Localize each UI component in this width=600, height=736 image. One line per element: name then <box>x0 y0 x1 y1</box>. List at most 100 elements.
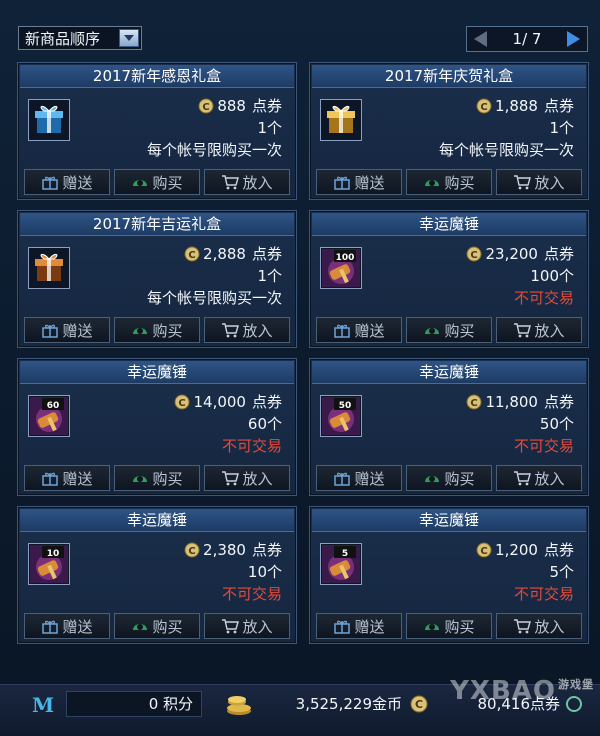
item-card[interactable]: 幸运魔锤 10 C 2,380 点券 10个 不可交易 赠送 购买 放入 <box>17 506 297 644</box>
sort-order-dropdown[interactable]: 新商品顺序 <box>18 26 142 50</box>
untradable-label: 不可交易 <box>513 585 574 603</box>
lucky-hammer-icon[interactable]: 5 <box>320 543 362 585</box>
untradable-label: 不可交易 <box>513 289 574 307</box>
coupon-coin-icon: C <box>466 246 482 262</box>
buy-icon <box>133 624 148 630</box>
buy-icon <box>425 624 440 630</box>
gift-button[interactable]: 赠送 <box>24 613 110 639</box>
cart-label: 放入 <box>242 173 273 192</box>
price-row: C 1,888 点券 <box>439 95 574 117</box>
add-to-cart-button[interactable]: 放入 <box>496 465 582 491</box>
price-unit: 点券 <box>251 393 282 411</box>
cart-label: 放入 <box>534 617 565 636</box>
buy-label: 购买 <box>152 321 183 340</box>
purchase-limit-label: 每个帐号限购买一次 <box>146 141 282 159</box>
gift-icon <box>42 620 59 634</box>
add-to-cart-button[interactable]: 放入 <box>496 613 582 639</box>
gift-icon <box>334 324 351 338</box>
gold-coins-icon <box>227 696 251 715</box>
buy-button[interactable]: 购买 <box>114 465 200 491</box>
gift-icon <box>42 324 59 338</box>
buy-icon <box>133 180 148 186</box>
svg-text:C: C <box>179 398 186 409</box>
sort-order-label: 新商品顺序 <box>25 29 101 48</box>
watermark-text: YXBAO <box>450 676 556 706</box>
lucky-hammer-icon[interactable]: 50 <box>320 395 362 437</box>
buy-label: 购买 <box>444 617 475 636</box>
item-card[interactable]: 幸运魔锤 50 C 11,800 点券 50个 不可交易 赠送 购买 放入 <box>309 358 589 496</box>
item-card[interactable]: 2017新年感恩礼盒 C 888 点券 1个 每个帐号限购买一次 赠送 购买 放入 <box>17 62 297 200</box>
gift-button[interactable]: 赠送 <box>24 317 110 343</box>
item-title: 幸运魔锤 <box>312 213 586 236</box>
item-card[interactable]: 幸运魔锤 5 C 1,200 点券 5个 不可交易 赠送 购买 放入 <box>309 506 589 644</box>
item-quantity: 50个 <box>539 415 574 433</box>
item-card[interactable]: 幸运魔锤 60 C 14,000 点券 60个 不可交易 赠送 购买 放入 <box>17 358 297 496</box>
add-to-cart-button[interactable]: 放入 <box>204 465 290 491</box>
prev-page-icon[interactable] <box>471 29 491 49</box>
item-card[interactable]: 2017新年吉运礼盒 C 2,888 点券 1个 每个帐号限购买一次赠送 购买 放入 <box>17 210 297 348</box>
cart-icon <box>222 471 240 486</box>
item-title: 幸运魔锤 <box>20 361 294 384</box>
item-price: 1,200 <box>495 541 538 559</box>
item-price: 2,380 <box>203 541 246 559</box>
buy-button[interactable]: 购买 <box>406 465 492 491</box>
item-quantity: 1个 <box>549 119 574 137</box>
item-card[interactable]: 2017新年庆贺礼盒 C 1,888 点券 1个 每个帐号限购买一次 赠送 购买 放入 <box>309 62 589 200</box>
buy-label: 购买 <box>152 173 183 192</box>
add-to-cart-button[interactable]: 放入 <box>204 613 290 639</box>
gift-label: 赠送 <box>62 469 93 488</box>
buy-button[interactable]: 购买 <box>406 317 492 343</box>
gift-button[interactable]: 赠送 <box>316 613 402 639</box>
item-actions: 赠送 购买 放入 <box>24 613 290 639</box>
blue-gift-box-icon[interactable] <box>28 99 70 141</box>
add-to-cart-button[interactable]: 放入 <box>496 317 582 343</box>
buy-button[interactable]: 购买 <box>114 169 200 195</box>
gift-button[interactable]: 赠送 <box>24 465 110 491</box>
buy-button[interactable]: 购买 <box>114 317 200 343</box>
price-row: C 23,200 点券 <box>466 243 574 265</box>
price-unit: 点券 <box>251 245 282 263</box>
untradable-label: 不可交易 <box>513 437 574 455</box>
gift-button[interactable]: 赠送 <box>316 465 402 491</box>
coupon-coin-icon: C <box>198 98 214 114</box>
add-to-cart-button[interactable]: 放入 <box>204 169 290 195</box>
price-row: C 888 点券 <box>147 95 282 117</box>
gold-gift-box-icon[interactable] <box>320 99 362 141</box>
gift-button[interactable]: 赠送 <box>24 169 110 195</box>
chevron-down-icon[interactable] <box>119 29 139 47</box>
buy-button[interactable]: 购买 <box>406 613 492 639</box>
cart-icon <box>514 471 532 486</box>
next-page-icon[interactable] <box>563 29 583 49</box>
add-to-cart-button[interactable]: 放入 <box>496 169 582 195</box>
price-row: C 2,380 点券 <box>184 539 282 561</box>
item-price: 888 <box>217 97 246 115</box>
gift-button[interactable]: 赠送 <box>316 317 402 343</box>
item-actions: 赠送 购买 放入 <box>316 465 582 491</box>
item-quantity: 10个 <box>247 563 282 581</box>
lucky-hammer-icon[interactable]: 100 <box>320 247 362 289</box>
buy-label: 购买 <box>152 469 183 488</box>
watermark-sub: 游戏堡 <box>558 678 594 691</box>
svg-text:50: 50 <box>339 401 352 411</box>
gift-button[interactable]: 赠送 <box>316 169 402 195</box>
pagination: 1/ 7 <box>466 26 588 52</box>
gift-label: 赠送 <box>354 173 385 192</box>
cart-icon <box>222 175 240 190</box>
item-price: 1,888 <box>495 97 538 115</box>
top-toolbar: 新商品顺序 1/ 7 <box>0 0 600 60</box>
buy-button[interactable]: 购买 <box>406 169 492 195</box>
buy-button[interactable]: 购买 <box>114 613 200 639</box>
item-card[interactable]: 幸运魔锤 100 C 23,200 点券 100个 不可交易 赠送 购买 放入 <box>309 210 589 348</box>
add-to-cart-button[interactable]: 放入 <box>204 317 290 343</box>
lucky-hammer-icon[interactable]: 10 <box>28 543 70 585</box>
price-unit: 点券 <box>251 97 282 115</box>
svg-text:C: C <box>471 250 478 261</box>
buy-label: 购买 <box>444 469 475 488</box>
item-title: 2017新年吉运礼盒 <box>20 213 294 236</box>
item-price: 14,000 <box>193 393 246 411</box>
item-actions: 赠送 购买 放入 <box>316 169 582 195</box>
item-info: C 2,888 点券 1个 每个帐号限购买一次 <box>147 243 282 309</box>
orange-gift-box-icon[interactable] <box>28 247 70 289</box>
lucky-hammer-icon[interactable]: 60 <box>28 395 70 437</box>
gift-label: 赠送 <box>354 469 385 488</box>
